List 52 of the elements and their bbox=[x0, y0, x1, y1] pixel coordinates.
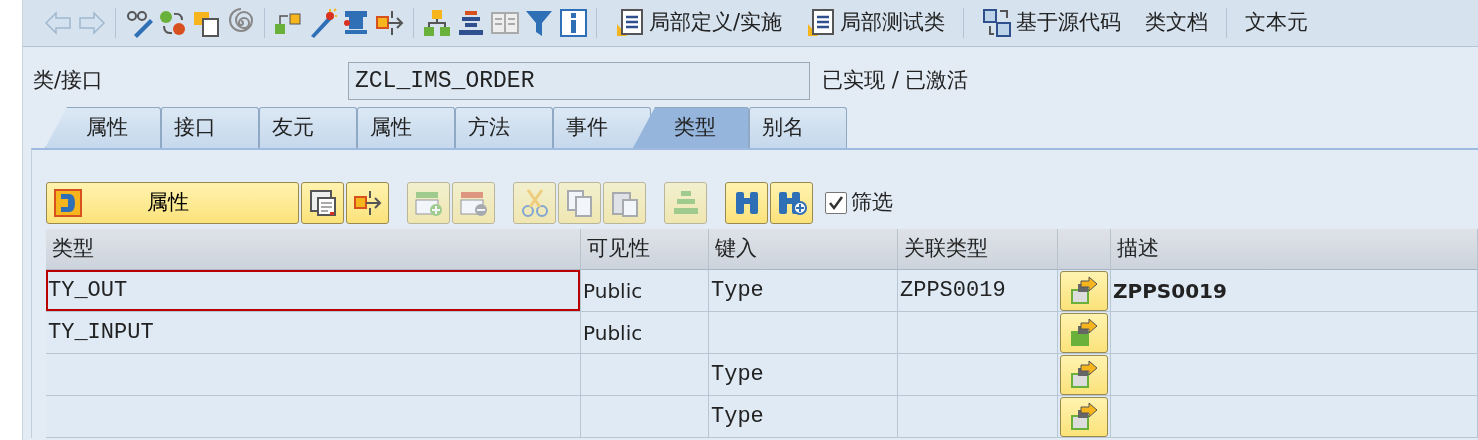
table-cell: ZPPS0019 bbox=[1111, 270, 1478, 312]
table-cell: Public bbox=[581, 312, 709, 354]
org-chart-icon[interactable] bbox=[422, 8, 452, 38]
two-windows-icon bbox=[982, 8, 1013, 38]
field-label: 类/接口 bbox=[33, 67, 105, 95]
tab[interactable]: 类型 bbox=[633, 107, 749, 148]
tab[interactable]: 接口 bbox=[161, 107, 259, 148]
tab[interactable]: 属性 bbox=[357, 107, 455, 148]
bracket-icon bbox=[53, 188, 83, 218]
binoculars-button[interactable] bbox=[725, 182, 768, 224]
tab[interactable]: 友元 bbox=[259, 107, 357, 148]
tab[interactable]: 别名 bbox=[749, 107, 847, 148]
copy-icon bbox=[564, 188, 595, 218]
table-cell: Type bbox=[709, 270, 898, 312]
table-page-button[interactable] bbox=[301, 182, 344, 224]
attributes-button[interactable]: 属性 bbox=[46, 182, 299, 224]
toolbar-button[interactable]: 文本元 bbox=[1235, 7, 1319, 39]
swap-circles-icon[interactable] bbox=[158, 8, 188, 38]
arrow-split-icon bbox=[352, 188, 383, 218]
toolbar-button[interactable]: 局部测试类 bbox=[796, 7, 956, 39]
column-header: 描述 bbox=[1111, 229, 1478, 270]
info-icon[interactable] bbox=[558, 8, 588, 38]
table-cell: TY_INPUT bbox=[46, 312, 581, 354]
toolbar-button[interactable]: 类文档 bbox=[1135, 7, 1219, 39]
table-cell: Public bbox=[581, 270, 709, 312]
tab[interactable]: 方法 bbox=[455, 107, 553, 148]
table-page-icon bbox=[307, 188, 338, 218]
scissors-icon bbox=[519, 188, 550, 218]
table-cell: ZPPS0019 bbox=[898, 270, 1058, 312]
column-header: 类型 bbox=[46, 229, 581, 270]
arrow-split-icon[interactable] bbox=[375, 8, 405, 38]
binoculars-plus-button[interactable] bbox=[770, 182, 813, 224]
document-lines-icon bbox=[615, 8, 645, 38]
table-cell: Type bbox=[709, 354, 898, 396]
status-text: 已实现 / 已激活 bbox=[822, 67, 969, 95]
tab[interactable]: 事件 bbox=[553, 107, 651, 148]
toolbar-button[interactable]: 基于源代码 bbox=[972, 7, 1132, 39]
checkbox-label: 筛选 bbox=[851, 189, 893, 217]
arrow-split-button[interactable] bbox=[346, 182, 389, 224]
column-header: 键入 bbox=[709, 229, 898, 270]
column-header: 可见性 bbox=[581, 229, 709, 270]
checkbox[interactable] bbox=[825, 192, 847, 214]
filter-icon[interactable] bbox=[524, 8, 554, 38]
document-lines-icon bbox=[806, 8, 837, 38]
stacked-bars-icon[interactable] bbox=[456, 8, 486, 38]
glasses-pencil-icon[interactable] bbox=[124, 8, 154, 38]
class-name-field[interactable]: ZCL_IMS_ORDER bbox=[348, 62, 810, 100]
table-cell: TY_OUT bbox=[46, 270, 581, 312]
table-cell: Type bbox=[709, 396, 898, 438]
toolbar-button[interactable]: 局部定义/实施 bbox=[605, 7, 793, 39]
column-header: 关联类型 bbox=[898, 229, 1058, 270]
tab[interactable]: 属性 bbox=[45, 107, 161, 148]
